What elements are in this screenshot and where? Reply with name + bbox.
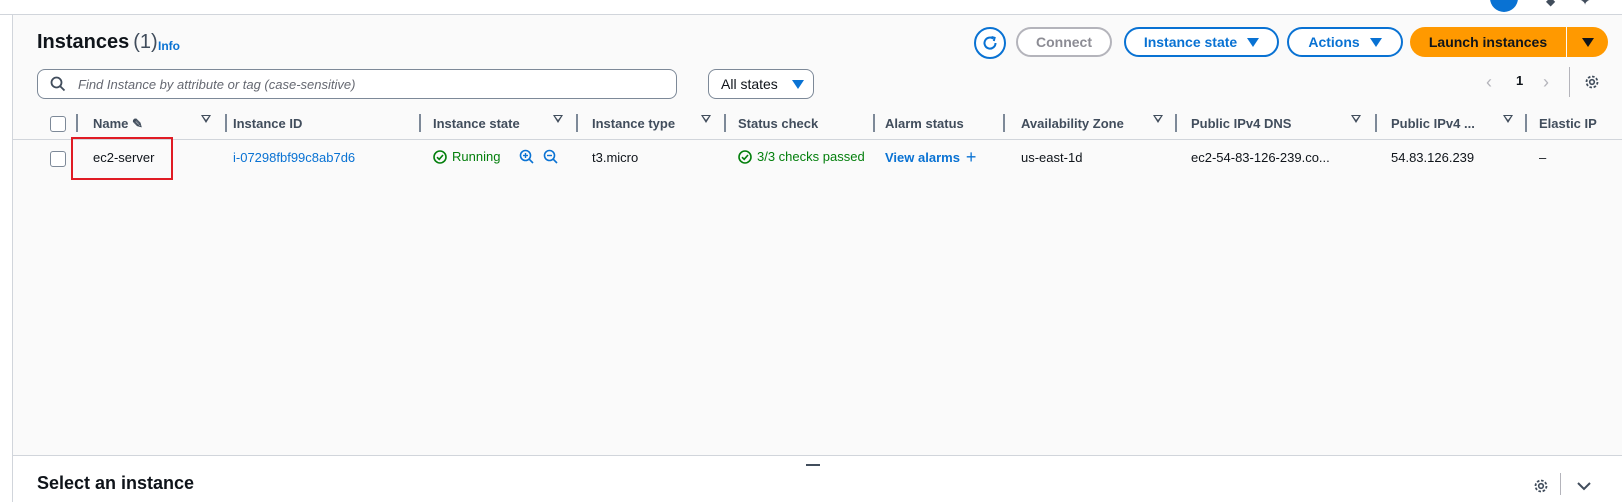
launch-instances-button-group: Launch instances xyxy=(1410,27,1608,57)
state-filter-value: All states xyxy=(721,76,778,92)
top-strip: ◆ ✦ xyxy=(0,0,1622,15)
column-divider[interactable] xyxy=(576,114,578,132)
table-row[interactable]: ec2-server i-07298fbf99c8ab7d6 Running t… xyxy=(13,140,1622,174)
check-circle-icon xyxy=(433,149,447,164)
instance-state-value: Running xyxy=(452,149,501,164)
zoom-in-icon[interactable] xyxy=(519,149,535,165)
column-header-instance-state[interactable]: Instance state xyxy=(433,116,520,131)
table-header: Name ✎ Instance ID Instance state Instan… xyxy=(13,108,1622,140)
state-filter-select[interactable]: All states xyxy=(708,69,814,99)
plus-icon: + xyxy=(965,147,977,167)
caret-down-icon xyxy=(1247,37,1260,47)
sort-icon[interactable] xyxy=(1503,115,1513,123)
column-divider[interactable] xyxy=(873,114,875,132)
help-icon[interactable]: ✦ xyxy=(1580,0,1590,8)
connect-button[interactable]: Connect xyxy=(1016,27,1112,57)
search-placeholder: Find Instance by attribute or tag (case-… xyxy=(78,76,356,92)
status-check-cell: 3/3 checks passed xyxy=(738,149,870,164)
chevron-down-icon[interactable] xyxy=(1576,480,1592,492)
column-header-status-check[interactable]: Status check xyxy=(738,116,818,131)
search-input[interactable]: Find Instance by attribute or tag (case-… xyxy=(37,69,677,99)
check-circle-icon xyxy=(738,149,752,164)
view-alarms-label: View alarms xyxy=(885,150,960,165)
column-header-public-ipv4[interactable]: Public IPv4 ... xyxy=(1391,116,1475,131)
details-toolbar-divider xyxy=(1560,473,1561,495)
connect-button-label: Connect xyxy=(1036,34,1092,50)
column-header-label: Name xyxy=(93,116,129,131)
sort-icon[interactable] xyxy=(1351,115,1361,123)
status-check-value: 3/3 checks passed xyxy=(757,149,865,164)
availability-zone-value: us-east-1d xyxy=(1021,150,1083,165)
instance-state-button-label: Instance state xyxy=(1143,34,1238,50)
column-divider[interactable] xyxy=(1003,114,1005,132)
caret-down-icon xyxy=(791,79,804,89)
next-page-icon[interactable]: › xyxy=(1543,72,1549,93)
zoom-out-icon[interactable] xyxy=(543,149,559,165)
instance-type-value: t3.micro xyxy=(592,150,639,165)
select-all-checkbox[interactable] xyxy=(50,116,66,132)
bell-icon[interactable]: ◆ xyxy=(1546,0,1555,8)
launch-dropdown-button[interactable] xyxy=(1567,27,1608,57)
refresh-icon xyxy=(983,36,997,50)
pencil-icon: ✎ xyxy=(132,116,143,131)
sort-icon[interactable] xyxy=(201,115,211,123)
sort-icon[interactable] xyxy=(553,115,563,123)
public-ipv4-value: 54.83.126.239 xyxy=(1391,150,1475,165)
page-title-text: Instances xyxy=(37,31,130,53)
instance-id-link[interactable]: i-07298fbf99c8ab7d6 xyxy=(233,150,355,165)
details-panel-title: Select an instance xyxy=(37,473,195,493)
search-icon xyxy=(50,75,68,93)
column-header-public-dns[interactable]: Public IPv4 DNS xyxy=(1191,116,1291,131)
column-divider[interactable] xyxy=(419,114,421,132)
column-divider[interactable] xyxy=(1525,114,1527,132)
user-avatar[interactable] xyxy=(1490,0,1518,12)
resize-handle-icon[interactable] xyxy=(806,464,820,466)
highlight-box xyxy=(71,137,173,180)
sort-icon[interactable] xyxy=(701,115,711,123)
split-panel-divider[interactable] xyxy=(13,455,1622,456)
refresh-button[interactable] xyxy=(974,27,1006,59)
actions-button-label: Actions xyxy=(1308,34,1360,50)
column-header-availability-zone[interactable]: Availability Zone xyxy=(1021,116,1124,131)
launch-instances-button[interactable]: Launch instances xyxy=(1410,27,1566,57)
elastic-ip-value: – xyxy=(1539,150,1547,165)
column-divider[interactable] xyxy=(225,114,227,132)
instance-state-button[interactable]: Instance state xyxy=(1124,27,1279,57)
column-divider[interactable] xyxy=(76,114,78,132)
column-header-instance-type[interactable]: Instance type xyxy=(592,116,675,131)
sort-icon[interactable] xyxy=(1153,115,1163,123)
toolbar-divider xyxy=(1569,67,1570,97)
info-link[interactable]: Info xyxy=(158,39,180,53)
page-title: Instances (1) xyxy=(37,31,158,54)
column-header-alarm-status[interactable]: Alarm status xyxy=(885,116,964,131)
column-header-elastic-ip[interactable]: Elastic IP xyxy=(1539,116,1609,131)
column-divider[interactable] xyxy=(724,114,726,132)
row-checkbox[interactable] xyxy=(50,151,66,167)
details-settings-gear-icon[interactable] xyxy=(1532,477,1550,495)
settings-gear-icon[interactable] xyxy=(1583,73,1601,91)
caret-down-icon xyxy=(1581,37,1594,47)
previous-page-icon[interactable]: ‹ xyxy=(1486,72,1492,93)
page-number[interactable]: 1 xyxy=(1516,73,1523,88)
instance-count: (1) xyxy=(133,31,158,53)
column-header-name[interactable]: Name ✎ xyxy=(93,116,143,132)
column-divider[interactable] xyxy=(1175,114,1177,132)
view-alarms-link[interactable]: View alarms + xyxy=(885,147,977,167)
actions-button[interactable]: Actions xyxy=(1287,27,1403,57)
column-header-instance-id[interactable]: Instance ID xyxy=(233,116,302,131)
instances-panel: Instances (1) Info Connect Instance state… xyxy=(13,15,1622,455)
instance-state-cell: Running xyxy=(433,149,500,164)
column-divider[interactable] xyxy=(1375,114,1377,132)
public-dns-value: ec2-54-83-126-239.co... xyxy=(1191,150,1330,165)
caret-down-icon xyxy=(1369,37,1382,47)
